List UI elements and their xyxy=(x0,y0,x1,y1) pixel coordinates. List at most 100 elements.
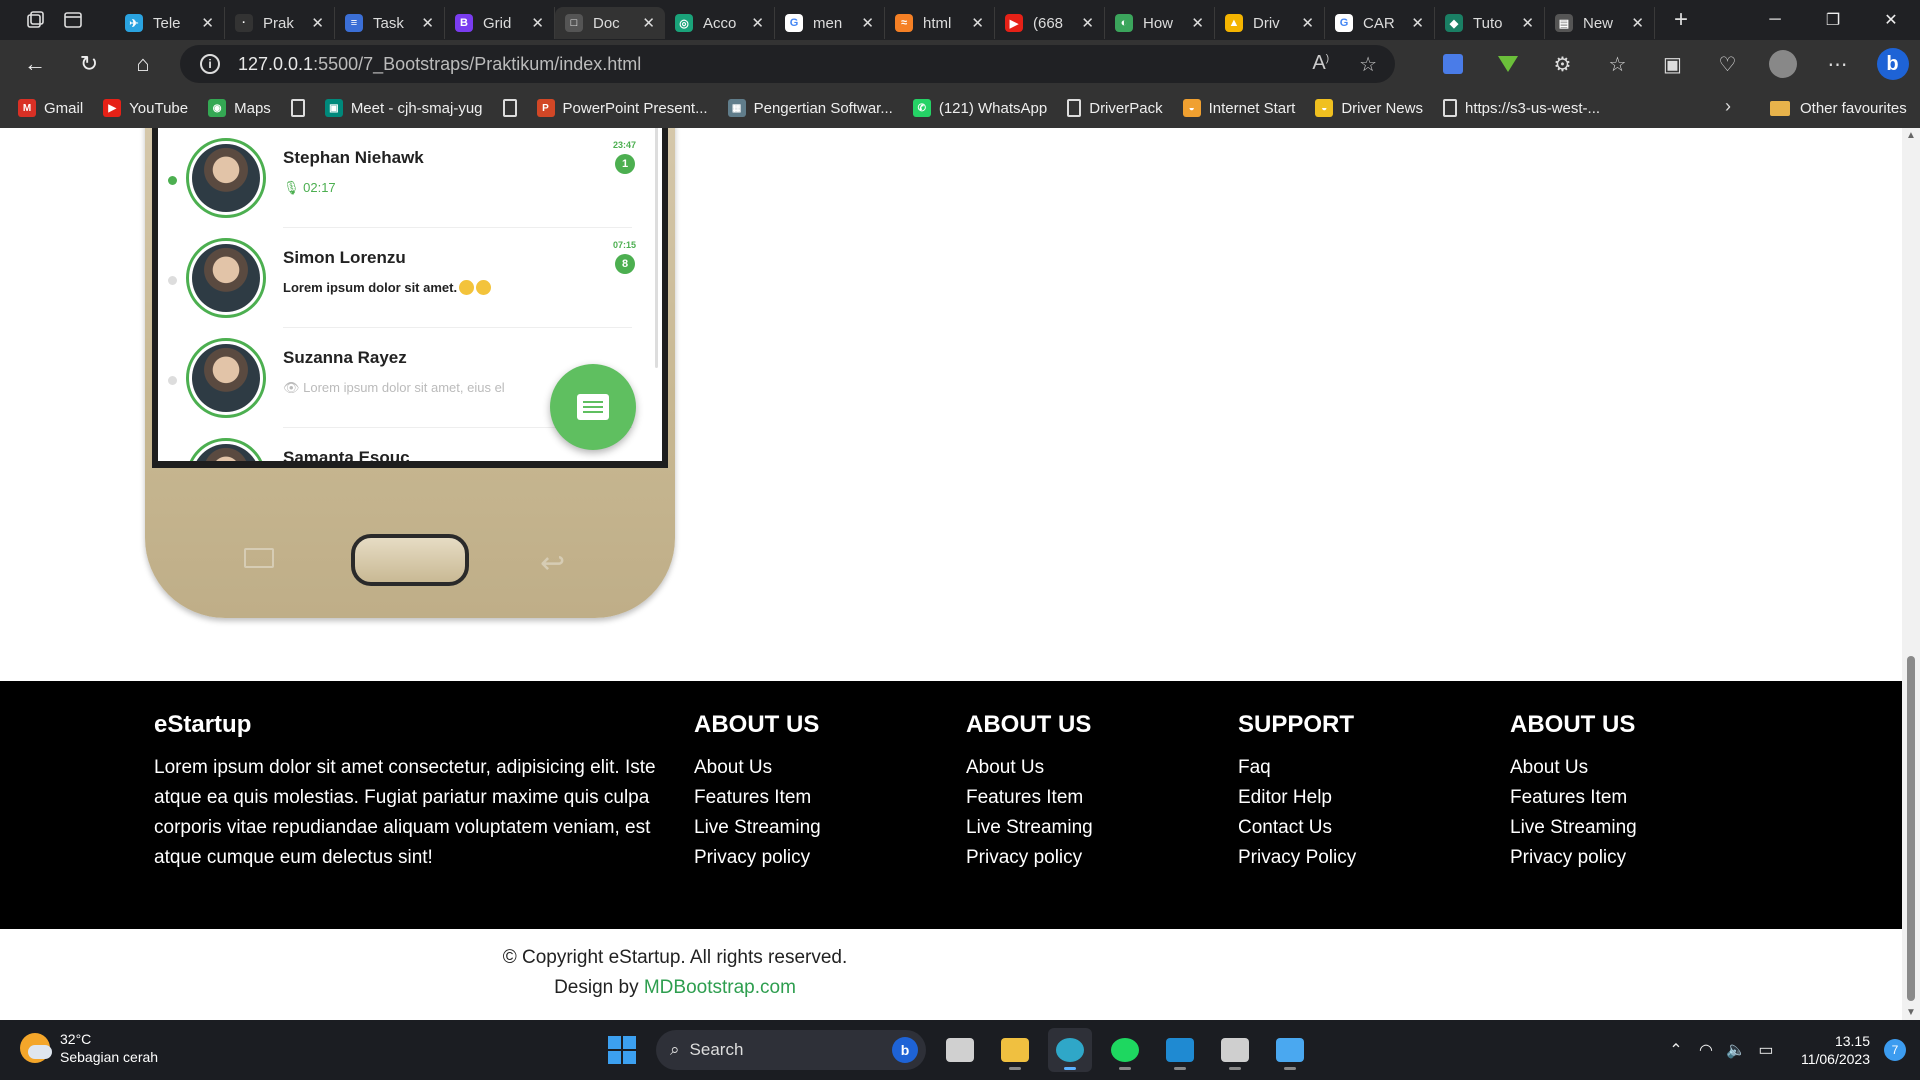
translate-icon[interactable] xyxy=(1425,40,1480,88)
volume-icon[interactable]: 🔈 xyxy=(1721,1040,1751,1060)
scrollbar-thumb[interactable] xyxy=(1907,656,1915,1001)
bookmark-item[interactable]: DriverPack xyxy=(1067,99,1163,117)
back-button[interactable]: ← xyxy=(8,40,62,88)
browser-tab[interactable]: ≡ Task ✕ xyxy=(335,7,445,39)
footer-link[interactable]: Privacy policy xyxy=(694,843,821,873)
vscode-icon[interactable] xyxy=(1158,1028,1202,1072)
browser-tab[interactable]: ◐ How ✕ xyxy=(1105,7,1215,39)
show-hidden-icons-chevron-icon[interactable]: ⌃ xyxy=(1661,1040,1691,1060)
footer-link[interactable]: Editor Help xyxy=(1238,783,1356,813)
footer-link[interactable]: Live Streaming xyxy=(966,813,1093,843)
scroll-up-icon[interactable]: ▲ xyxy=(1906,130,1916,141)
notification-badge[interactable]: 7 xyxy=(1884,1039,1906,1061)
footer-link[interactable]: Features Item xyxy=(694,783,821,813)
tab-close-icon[interactable]: ✕ xyxy=(1521,14,1534,32)
browser-tab[interactable]: B Grid ✕ xyxy=(445,7,555,39)
start-button[interactable] xyxy=(600,1028,644,1072)
site-info-icon[interactable]: i xyxy=(200,54,220,74)
edge-icon[interactable] xyxy=(1048,1028,1092,1072)
task-view-icon[interactable] xyxy=(938,1028,982,1072)
footer-link[interactable]: Contact Us xyxy=(1238,813,1356,843)
extensions-icon[interactable]: ⚙ xyxy=(1535,40,1590,88)
photos-icon[interactable] xyxy=(1268,1028,1312,1072)
footer-link[interactable]: About Us xyxy=(966,753,1093,783)
bookmark-item[interactable] xyxy=(290,99,305,117)
read-aloud-icon[interactable]: A) xyxy=(1312,52,1329,77)
browser-tab[interactable]: ◆ Tuto ✕ xyxy=(1435,7,1545,39)
tab-close-icon[interactable]: ✕ xyxy=(751,14,764,32)
taskbar-search[interactable]: ⌕ Search b xyxy=(656,1030,926,1070)
bookmark-item[interactable]: ▣ Meet - cjh-smaj-yug xyxy=(324,99,483,117)
profile-avatar[interactable] xyxy=(1755,40,1810,88)
browser-tab[interactable]: Gmen ✕ xyxy=(775,7,885,39)
footer-link[interactable]: Features Item xyxy=(1510,783,1637,813)
browser-tab[interactable]: ▶ (668 ✕ xyxy=(995,7,1105,39)
tab-close-icon[interactable]: ✕ xyxy=(1301,14,1314,32)
tab-close-icon[interactable]: ✕ xyxy=(1191,14,1204,32)
home-button[interactable]: ⌂ xyxy=(116,40,170,88)
bookmark-item[interactable] xyxy=(502,99,517,117)
minimize-button[interactable]: ─ xyxy=(1746,0,1804,40)
new-message-button[interactable] xyxy=(550,364,636,450)
bookmark-item[interactable]: ◒ Internet Start xyxy=(1182,99,1295,117)
footer-link[interactable]: About Us xyxy=(1510,753,1637,783)
new-tab-button[interactable]: + xyxy=(1661,6,1701,34)
browser-essentials-icon[interactable]: ♡ xyxy=(1700,40,1755,88)
tab-close-icon[interactable]: ✕ xyxy=(311,14,324,32)
bookmark-item[interactable]: ◉ Maps xyxy=(208,99,271,117)
chat-list-item[interactable]: Stephan Niehawk 🎙 02:17 23:47 1 xyxy=(158,128,662,228)
bookmarks-overflow-chevron-icon[interactable]: › xyxy=(1725,96,1731,117)
footer-link[interactable]: Features Item xyxy=(966,783,1093,813)
wifi-icon[interactable]: ◠ xyxy=(1691,1040,1721,1060)
tab-close-icon[interactable]: ✕ xyxy=(1081,14,1094,32)
browser-tab[interactable]: G CAR ✕ xyxy=(1325,7,1435,39)
browser-tab[interactable]: ▲ Driv ✕ xyxy=(1215,7,1325,39)
download-extension-icon[interactable] xyxy=(1480,40,1535,88)
bookmark-item[interactable]: M Gmail xyxy=(18,99,83,117)
collections-icon[interactable]: ▣ xyxy=(1645,40,1700,88)
clock[interactable]: 13.15 11/06/2023 xyxy=(1801,1032,1870,1068)
bookmark-item[interactable]: ◒ Driver News xyxy=(1315,99,1423,117)
more-menu-icon[interactable]: ⋯ xyxy=(1810,40,1865,88)
favorites-icon[interactable]: ☆ xyxy=(1590,40,1645,88)
footer-link[interactable]: Privacy policy xyxy=(966,843,1093,873)
page-scrollbar[interactable]: ▲ ▼ xyxy=(1902,128,1920,1020)
favorite-star-icon[interactable]: ☆ xyxy=(1359,52,1377,77)
tab-close-icon[interactable]: ✕ xyxy=(1411,14,1424,32)
bookmark-item[interactable]: P PowerPoint Present... xyxy=(536,99,708,117)
bookmark-item[interactable]: ▦ Pengertian Softwar... xyxy=(727,99,893,117)
weather-widget[interactable]: 32°C Sebagian cerah xyxy=(20,1030,158,1066)
browser-tab[interactable]: ✈ Tele ✕ xyxy=(115,7,225,39)
browser-tab[interactable]: ◎ Acco ✕ xyxy=(665,7,775,39)
footer-link[interactable]: About Us xyxy=(694,753,821,783)
tab-close-icon[interactable]: ✕ xyxy=(201,14,214,32)
footer-link[interactable]: Privacy policy xyxy=(1510,843,1637,873)
workspaces-icon[interactable] xyxy=(18,3,52,37)
tab-close-icon[interactable]: ✕ xyxy=(861,14,874,32)
battery-icon[interactable]: ▭ xyxy=(1751,1040,1781,1060)
tab-close-icon[interactable]: ✕ xyxy=(642,14,655,32)
inkscape-icon[interactable] xyxy=(1213,1028,1257,1072)
browser-tab[interactable]: · Prak ✕ xyxy=(225,7,335,39)
bookmark-item[interactable]: ▶ YouTube xyxy=(103,99,188,117)
refresh-button[interactable]: ↻ xyxy=(62,40,116,88)
tab-close-icon[interactable]: ✕ xyxy=(971,14,984,32)
tab-close-icon[interactable]: ✕ xyxy=(531,14,544,32)
chat-list-item[interactable]: Simon Lorenzu Lorem ipsum dolor sit amet.… xyxy=(158,228,662,328)
scroll-down-icon[interactable]: ▼ xyxy=(1906,1007,1916,1018)
mdbootstrap-link[interactable]: MDBootstrap.com xyxy=(644,977,796,998)
footer-link[interactable]: Live Streaming xyxy=(1510,813,1637,843)
tab-close-icon[interactable]: ✕ xyxy=(1631,14,1644,32)
browser-tab[interactable]: ▤ New ✕ xyxy=(1545,7,1655,39)
bookmark-item[interactable]: https://s3-us-west-... xyxy=(1443,99,1600,117)
bing-copilot-icon[interactable]: b xyxy=(1865,40,1920,88)
footer-link[interactable]: Live Streaming xyxy=(694,813,821,843)
file-explorer-icon[interactable] xyxy=(993,1028,1037,1072)
tab-close-icon[interactable]: ✕ xyxy=(421,14,434,32)
spotify-icon[interactable] xyxy=(1103,1028,1147,1072)
address-bar[interactable]: i 127.0.0.1:5500/7_Bootstraps/Praktikum/… xyxy=(180,45,1395,83)
bookmark-item[interactable]: ✆ (121) WhatsApp xyxy=(912,99,1047,117)
other-favourites[interactable]: Other favourites xyxy=(1770,88,1907,128)
browser-tab[interactable]: ≈ html ✕ xyxy=(885,7,995,39)
footer-link[interactable]: Faq xyxy=(1238,753,1356,783)
